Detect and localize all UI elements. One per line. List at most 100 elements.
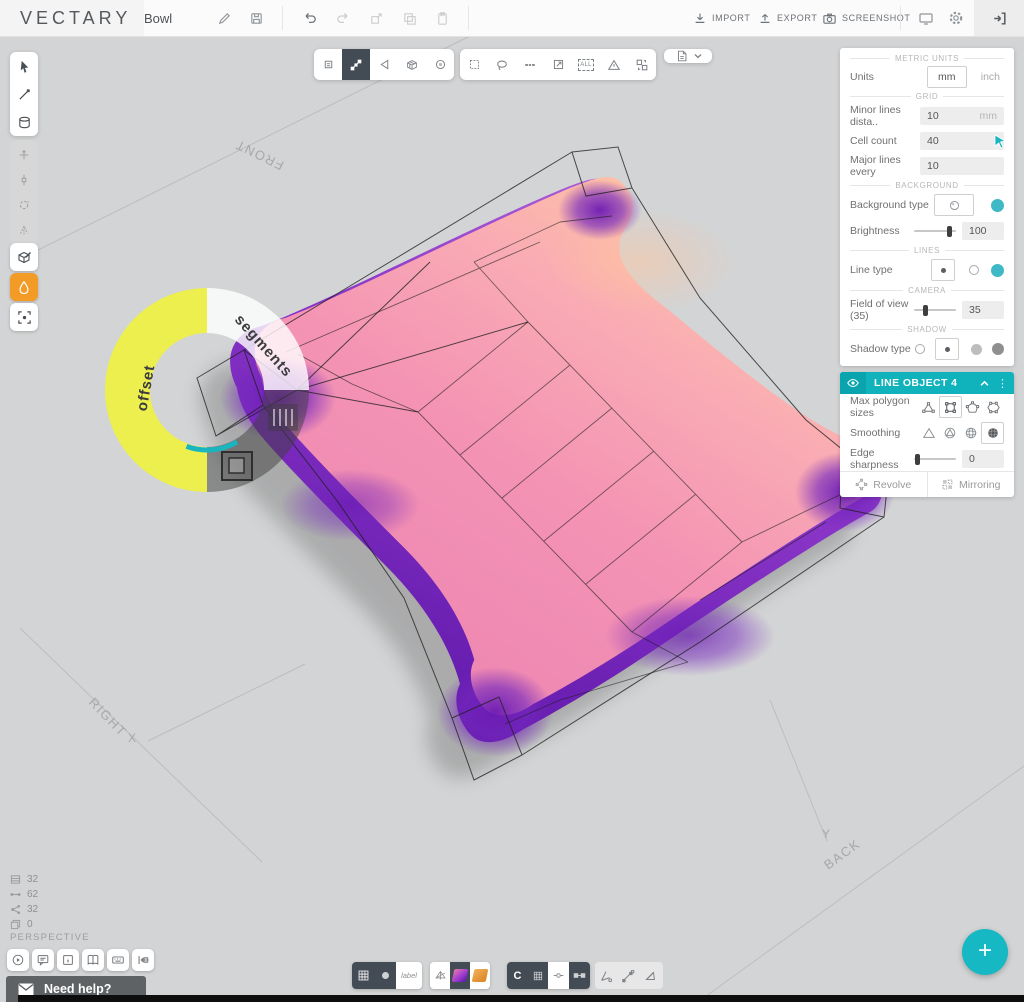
manual-button[interactable] (82, 949, 104, 971)
screenshot-button[interactable]: SCREENSHOT (822, 0, 911, 36)
snap-edge-toggle[interactable] (569, 962, 590, 989)
rotate-tool-icon[interactable] (17, 198, 31, 212)
grid-dot-toggle[interactable] (374, 962, 396, 989)
smoothing-medium-option[interactable] (960, 423, 981, 443)
snap-grid-toggle[interactable] (528, 962, 548, 989)
poly-4-option[interactable] (939, 396, 962, 418)
collapse-icon[interactable] (980, 379, 989, 388)
tutorials-button[interactable] (7, 949, 29, 971)
edge-sharpness-input[interactable]: 0 (962, 450, 1004, 468)
smoothing-low-option[interactable] (939, 423, 960, 443)
presentation-button[interactable] (916, 8, 936, 28)
line-tool[interactable] (10, 80, 38, 108)
path-tool-button[interactable] (617, 962, 639, 989)
smoothing-none-option[interactable] (918, 423, 939, 443)
redo-button[interactable] (333, 8, 353, 28)
object-mode-button[interactable] (314, 49, 342, 80)
smoothing-high-option[interactable] (981, 422, 1004, 444)
face-mode-button[interactable] (370, 49, 398, 80)
clay-shading-button[interactable] (470, 962, 490, 989)
shortcuts-button[interactable] (107, 949, 129, 971)
radial-drag-handle[interactable] (222, 452, 252, 480)
snap-point-toggle[interactable] (548, 962, 569, 989)
fov-slider[interactable] (914, 301, 956, 319)
lasso-select-button[interactable] (488, 49, 516, 80)
normal-flip-button[interactable] (639, 962, 661, 989)
deform-tool-active[interactable] (10, 273, 38, 301)
revolve-button[interactable]: Revolve (840, 472, 927, 497)
mirroring-button[interactable]: Mirroring (927, 472, 1015, 497)
poly-3-option[interactable] (918, 397, 939, 417)
kebab-menu-icon[interactable]: ⋮ (997, 377, 1008, 390)
collapse-help-button[interactable] (132, 949, 154, 971)
projection-label[interactable]: PERSPECTIVE (10, 932, 90, 943)
primitive-tool[interactable] (10, 108, 38, 136)
grid-toggle-on[interactable] (352, 962, 374, 989)
units-mm-option[interactable]: mm (927, 66, 967, 88)
wireframe-shading-button[interactable] (430, 962, 450, 989)
settings-button[interactable] (946, 8, 966, 28)
sketch-3d-tool[interactable] (10, 243, 38, 271)
grow-selection-button[interactable] (544, 49, 572, 80)
units-inch-option[interactable]: inch (981, 71, 1000, 83)
poly-6-option[interactable] (983, 397, 1004, 417)
normals-button[interactable] (600, 49, 628, 80)
poly-5-option[interactable] (962, 397, 983, 417)
select-tool[interactable] (10, 52, 38, 80)
marquee-select-button[interactable] (460, 49, 488, 80)
swap-selection-button[interactable] (628, 49, 656, 80)
add-object-fab[interactable]: + (962, 929, 1008, 975)
material-shading-button[interactable] (450, 962, 470, 989)
radial-offset-segment[interactable] (105, 288, 207, 492)
minor-lines-input[interactable]: 10 mm (920, 107, 1004, 125)
faces-icon (10, 874, 21, 885)
divider (468, 6, 469, 30)
segments-count-chip[interactable] (268, 404, 298, 431)
mesh-mode-button[interactable] (398, 49, 426, 80)
file-actions-dropdown[interactable] (664, 49, 712, 63)
exit-editor-button[interactable] (974, 0, 1024, 36)
edge-select-button[interactable] (516, 49, 544, 80)
scale-tool-icon[interactable] (17, 173, 31, 187)
background-sphere-option[interactable] (934, 194, 974, 216)
brightness-slider[interactable] (914, 222, 956, 240)
mirror-tool-icon[interactable] (17, 223, 31, 237)
sphere-mode-button[interactable] (426, 49, 454, 80)
fov-input[interactable]: 35 (962, 301, 1004, 319)
undo-button[interactable] (300, 8, 320, 28)
project-name[interactable]: Bowl (144, 0, 172, 36)
clipboard-button[interactable] (432, 8, 452, 28)
zoom-fit-tool[interactable] (10, 303, 38, 331)
line-object-mesh[interactable] (197, 147, 895, 780)
frame-export-button[interactable] (366, 8, 386, 28)
line-object-header[interactable]: LINE OBJECT 4 ⋮ (840, 372, 1014, 394)
label-toggle[interactable]: label (396, 962, 422, 989)
brightness-input[interactable]: 100 (962, 222, 1004, 240)
select-all-button[interactable]: ALL (572, 49, 600, 80)
major-lines-input[interactable]: 10 (920, 157, 1004, 175)
visibility-toggle[interactable] (840, 372, 866, 394)
rename-button[interactable] (214, 8, 234, 28)
info-button[interactable] (57, 949, 79, 971)
edge-dashes-icon (523, 58, 537, 72)
line-type-dot-option[interactable] (969, 265, 979, 275)
curve-toggle[interactable]: C (507, 962, 528, 989)
import-button[interactable]: IMPORT (693, 0, 750, 36)
export-button[interactable]: EXPORT (758, 0, 817, 36)
shadow-none-option[interactable] (915, 344, 925, 354)
shadow-hard-option[interactable] (992, 343, 1004, 355)
save-button[interactable] (246, 8, 266, 28)
background-color-swatch[interactable] (991, 199, 1004, 212)
angle-tool-button[interactable] (595, 962, 617, 989)
edge-sharpness-slider[interactable] (914, 450, 956, 468)
move-tool-icon[interactable] (17, 148, 31, 162)
duplicate-button[interactable] (399, 8, 419, 28)
shadow-medium-option[interactable] (971, 344, 982, 355)
shadow-soft-option[interactable] (935, 338, 959, 360)
vectary-logo[interactable]: VECTARY (0, 0, 144, 36)
cell-count-input[interactable]: 40 (920, 132, 1004, 150)
vertex-mode-button[interactable] (342, 49, 370, 80)
feedback-button[interactable] (32, 949, 54, 971)
line-type-solid-option[interactable] (931, 259, 955, 281)
line-color-swatch[interactable] (991, 264, 1004, 277)
